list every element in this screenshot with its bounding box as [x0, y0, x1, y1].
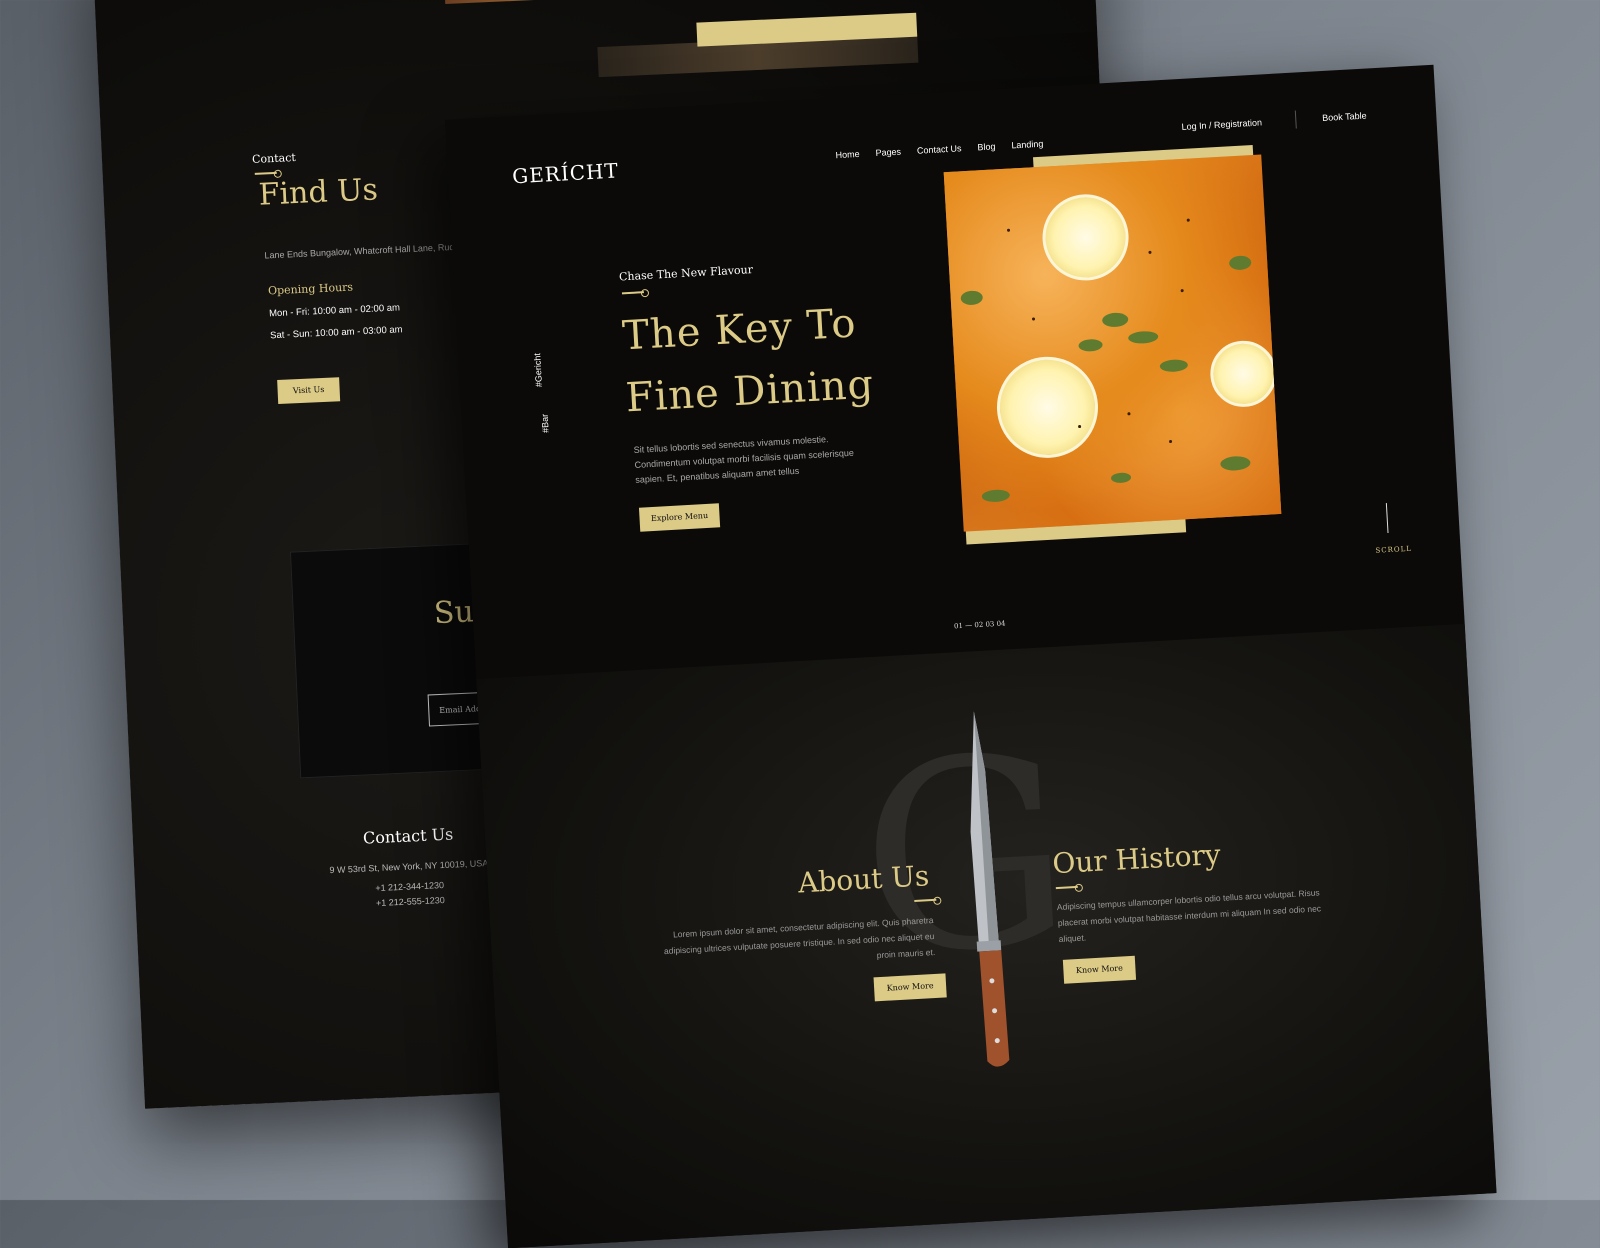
scroll-line — [1385, 503, 1389, 534]
herb-leaf — [1228, 255, 1252, 271]
herb-leaf — [981, 489, 1011, 503]
nav-home[interactable]: Home — [835, 149, 860, 160]
about-know-more-button[interactable]: Know More — [873, 973, 947, 1002]
main-nav: Home Pages Contact Us Blog Landing — [835, 139, 1043, 161]
pepper — [1006, 228, 1011, 232]
address-text: Lane Ends Bungalow, Whatcroft Hall Lane,… — [264, 241, 465, 261]
phone-2: +1 212-555-1230 — [375, 894, 445, 909]
hero-title: The Key To Fine Dining — [621, 292, 876, 430]
hashtag-bar[interactable]: #Bar — [540, 414, 551, 434]
spoon-divider-icon — [254, 171, 277, 175]
nav-landing[interactable]: Landing — [1011, 139, 1044, 151]
lemon-slice — [1208, 339, 1279, 409]
pepper — [1186, 218, 1190, 222]
herb-leaf — [1110, 472, 1132, 484]
food-image-strip — [443, 0, 606, 5]
slide-pager[interactable]: 01 — 02 03 04 — [954, 620, 1006, 631]
book-table-link[interactable]: Book Table — [1322, 111, 1367, 123]
lemon-slice — [994, 354, 1101, 461]
lemon-slice — [1040, 192, 1131, 283]
spoon-divider-icon — [621, 291, 644, 295]
brand-logo[interactable]: GERÍCHT — [512, 158, 620, 188]
nav-blog[interactable]: Blog — [977, 141, 996, 152]
herb-leaf — [1159, 358, 1189, 373]
find-us-title: Find Us — [257, 172, 379, 213]
herb-leaf — [1078, 338, 1103, 352]
herb-leaf — [1101, 312, 1129, 328]
login-link[interactable]: Log In / Registration — [1181, 117, 1262, 131]
hero-food-image — [943, 154, 1282, 532]
herb-leaf — [960, 290, 984, 306]
hashtag-gericht[interactable]: #Gericht — [532, 353, 544, 388]
visit-us-button[interactable]: Visit Us — [277, 377, 341, 405]
pepper — [1148, 250, 1152, 254]
explore-menu-button[interactable]: Explore Menu — [638, 503, 721, 532]
contact-us-title: Contact Us — [362, 824, 454, 848]
hero-description: Sit tellus lobortis sed senectus vivamus… — [633, 434, 855, 485]
herb-leaf — [1220, 455, 1251, 472]
contact-address: 9 W 53rd St, New York, NY 10019, USA — [329, 857, 489, 876]
hero-title-line-2: Fine Dining — [624, 361, 876, 422]
pepper — [1168, 439, 1173, 444]
contact-label: Contact — [251, 150, 297, 166]
nav-divider — [1294, 110, 1297, 129]
scroll-indicator[interactable]: SCROLL — [1375, 545, 1412, 555]
history-know-more-button[interactable]: Know More — [1062, 955, 1137, 984]
hero-subtitle: Chase The New Flavour — [618, 263, 754, 284]
opening-hours-title: Opening Hours — [267, 280, 354, 298]
phone-1: +1 212-344-1230 — [375, 880, 445, 894]
herb-leaf — [1127, 330, 1159, 345]
front-page-mockup: GERÍCHT Home Pages Contact Us Blog Landi… — [445, 64, 1497, 1248]
nav-contact-us[interactable]: Contact Us — [917, 143, 962, 155]
pepper — [1180, 289, 1184, 293]
hours-weekend: Sat - Sun: 10:00 am - 03:00 am — [269, 324, 403, 342]
pepper — [1031, 317, 1036, 321]
nav-pages[interactable]: Pages — [875, 147, 901, 158]
pepper — [1127, 412, 1131, 416]
hours-weekday: Mon - Fri: 10:00 am - 02:00 am — [268, 302, 401, 320]
